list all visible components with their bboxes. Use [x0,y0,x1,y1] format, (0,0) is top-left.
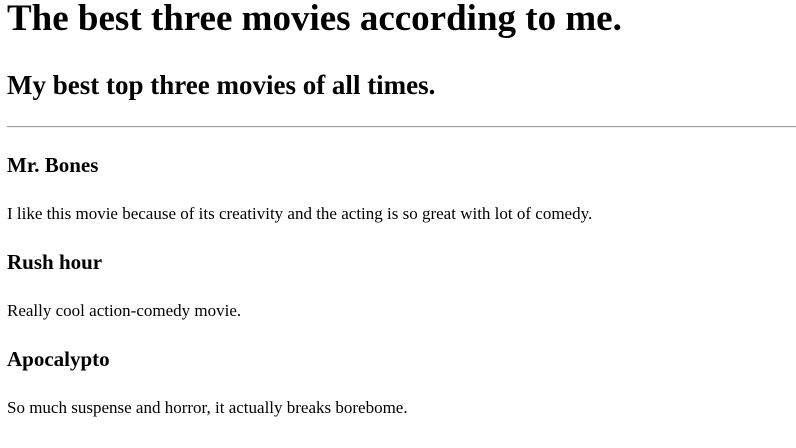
page-title: The best three movies according to me. [7,0,622,39]
movie-description-2: Really cool action-comedy movie. [7,301,242,320]
divider [7,126,796,128]
page-subtitle: My best top three movies of all times. [7,70,436,100]
movie-title-3: Apocalypto [7,347,110,371]
movie-title-1: Mr. Bones [7,153,99,177]
movie-title-2: Rush hour [7,250,103,274]
movie-description-3: So much suspense and horror, it actually… [7,398,408,417]
movie-description-1: I like this movie because of its creativ… [7,204,593,223]
